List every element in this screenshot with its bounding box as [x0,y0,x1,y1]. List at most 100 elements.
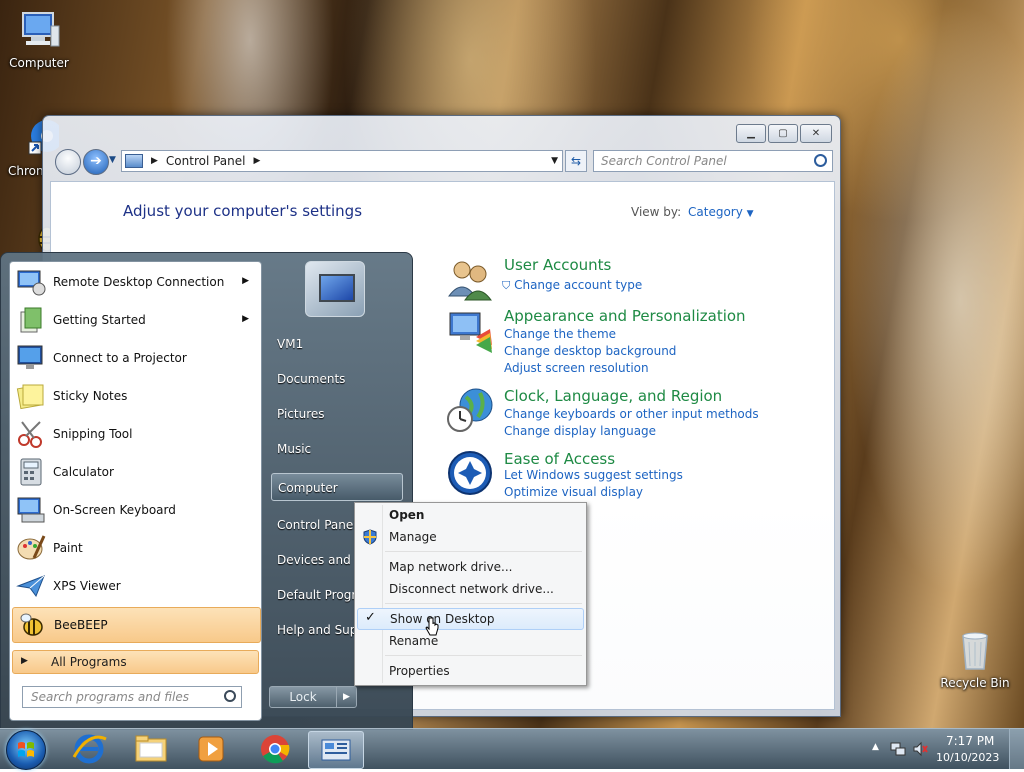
recycle-bin-icon [962,632,988,670]
program-paint[interactable]: Paint [12,531,259,565]
context-item-map-network-drive[interactable]: Map network drive... [357,557,582,577]
page-title: Adjust your computer's settings [123,202,363,220]
category-link[interactable]: ⛉ Change account type [502,278,642,293]
arrow-right-icon: ➔ [90,153,102,169]
category-title[interactable]: Clock, Language, and Region [504,387,722,405]
network-icon[interactable] [890,741,906,757]
category-link[interactable]: Change desktop background [504,344,676,358]
search-placeholder: Search Control Panel [601,154,727,168]
context-item-show-on-desktop[interactable]: ✓ Show on Desktop [357,608,584,630]
taskbar-chrome[interactable] [248,731,302,767]
category-title[interactable]: Appearance and Personalization [504,307,746,325]
view-by-label: View by: [631,205,682,219]
xps-viewer-icon [16,575,45,598]
show-hidden-icons-button[interactable]: ▲ [872,742,879,752]
breadcrumb-control-panel[interactable]: Control Panel [166,154,246,168]
search-control-panel-input[interactable]: Search Control Panel [593,150,833,172]
program-snipping-tool[interactable]: Snipping Tool [12,417,259,451]
volume-muted-icon[interactable] [912,741,928,757]
category-title[interactable]: User Accounts [504,256,611,274]
start-button[interactable] [6,730,46,770]
user-accounts-icon [448,261,492,301]
desktop-icon-label: Computer [9,56,69,70]
taskbar-internet-explorer[interactable] [62,731,116,767]
lock-button[interactable]: Lock [269,686,337,708]
context-item-rename[interactable]: Rename [357,631,582,651]
category-link[interactable]: Adjust screen resolution [504,361,649,375]
search-placeholder: Search programs and files [31,690,189,704]
address-dropdown-icon[interactable]: ▼ [551,156,558,166]
projector-icon [17,345,43,369]
power-options-button[interactable]: ▶ [336,686,357,708]
media-player-icon [198,736,224,762]
desktop-icon-label: Recycle Bin [940,676,1010,690]
program-remote-desktop-connection[interactable]: Remote Desktop Connection ▶ [12,265,259,299]
category-link[interactable]: Optimize visual display [504,485,643,499]
refresh-button[interactable]: ⇆ [565,150,587,172]
clock-date[interactable]: 10/10/2023 [936,751,999,764]
menu-separator [385,655,582,656]
taskbar-file-explorer[interactable] [124,731,178,767]
start-menu: Remote Desktop Connection ▶ Getting Start… [0,252,413,730]
keyboard-icon [17,497,45,523]
navigation-bar: ➔ ▼ ▶ Control Panel ▶ ▼ ⇆ Search Control… [51,148,833,175]
remote-desktop-icon [17,270,46,296]
all-programs-button[interactable]: ▶ All Programs [12,650,259,674]
program-sticky-notes[interactable]: Sticky Notes [12,379,259,413]
taskbar: ▲ 7:17 PM 10/10/2023 [0,728,1024,770]
recent-pages-dropdown[interactable]: ▼ [109,155,116,165]
folder-icon [135,735,167,762]
start-link-music[interactable]: Music [271,435,403,463]
program-calculator[interactable]: Calculator [12,455,259,489]
program-xps-viewer[interactable]: XPS Viewer [12,569,259,603]
back-button[interactable] [55,149,81,175]
start-search-input[interactable]: Search programs and files [22,686,242,708]
menu-separator [385,551,582,552]
submenu-arrow-icon: ▶ [242,276,249,286]
start-link-computer[interactable]: Computer [271,473,403,501]
clock-time[interactable]: 7:17 PM [946,734,994,748]
category-title[interactable]: Ease of Access [504,450,615,468]
desktop-icon-recycle-bin[interactable]: Recycle Bin [938,630,1012,690]
user-picture[interactable] [305,261,365,317]
program-on-screen-keyboard[interactable]: On-Screen Keyboard [12,493,259,527]
clock-globe-icon [447,388,493,432]
program-beebeep[interactable]: BeeBEEP [12,607,261,643]
shield-icon [363,529,377,545]
address-bar[interactable]: ▶ Control Panel ▶ ▼ [121,150,563,172]
taskbar-control-panel[interactable] [308,731,364,769]
start-menu-programs-pane: Remote Desktop Connection ▶ Getting Start… [9,261,262,721]
sticky-notes-icon [16,384,44,410]
show-desktop-button[interactable] [1009,729,1024,769]
breadcrumb-separator-icon[interactable]: ▶ [254,156,261,166]
minimize-button[interactable]: ▁ [736,124,766,143]
category-link[interactable]: Change display language [504,424,656,438]
context-item-manage[interactable]: Manage [357,527,582,547]
program-getting-started[interactable]: Getting Started ▶ [12,303,259,337]
start-link-vm1[interactable]: VM1 [271,330,403,358]
breadcrumb-separator-icon[interactable]: ▶ [151,156,158,166]
program-connect-to-projector[interactable]: Connect to a Projector [12,341,259,375]
view-by-dropdown[interactable]: Category ▼ [688,205,754,219]
start-link-pictures[interactable]: Pictures [271,400,403,428]
context-item-disconnect-network-drive[interactable]: Disconnect network drive... [357,579,582,599]
category-link[interactable]: Change keyboards or other input methods [504,407,759,421]
taskbar-media-player[interactable] [184,731,238,767]
category-link[interactable]: Change the theme [504,327,616,341]
forward-button[interactable]: ➔ [83,149,109,175]
control-panel-icon [321,739,351,761]
maximize-button[interactable]: ▢ [768,124,798,143]
search-icon[interactable] [814,154,827,167]
context-item-properties[interactable]: Properties [357,661,582,681]
getting-started-icon [20,307,42,333]
start-link-documents[interactable]: Documents [271,365,403,393]
search-icon[interactable] [224,690,236,702]
scissors-icon [18,421,42,448]
menu-separator [385,603,582,604]
shield-icon: ⛉ [502,279,511,292]
category-link[interactable]: Let Windows suggest settings [504,468,683,482]
desktop-icon-computer[interactable]: Computer [2,10,76,70]
context-item-open[interactable]: Open [357,505,582,525]
internet-explorer-icon [72,734,107,764]
close-button[interactable]: ✕ [800,124,832,143]
